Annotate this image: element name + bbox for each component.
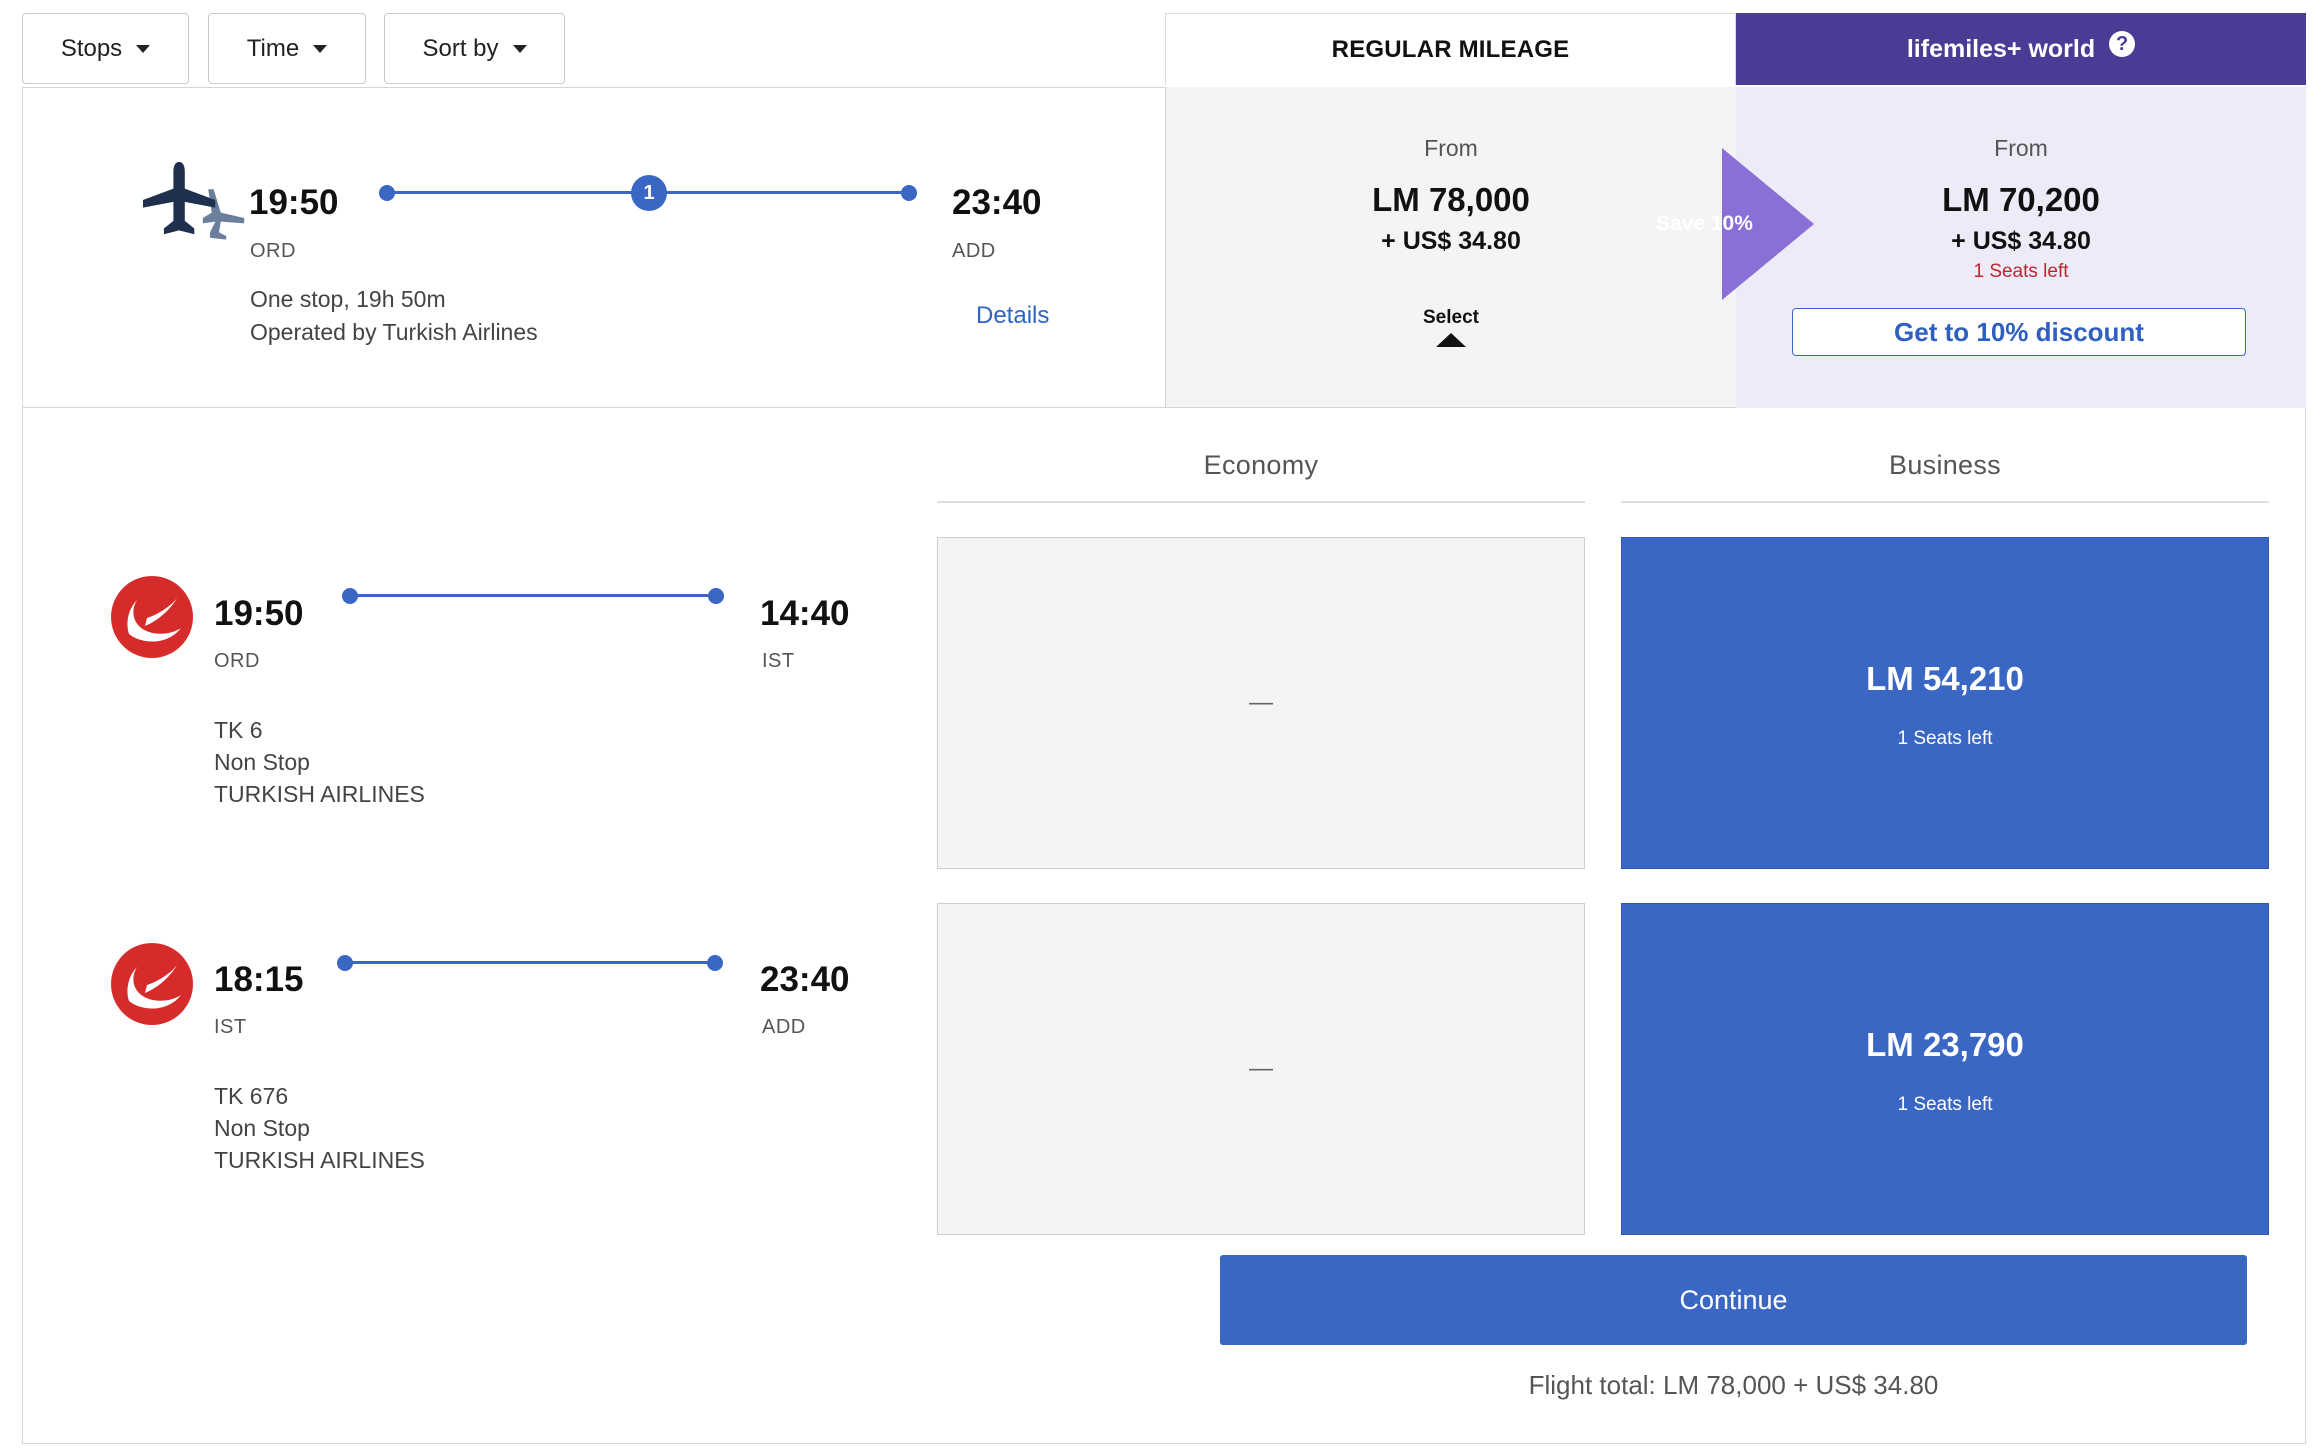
segment-depart-time: 19:50 (214, 594, 304, 633)
stops-filter-label: Stops (60, 34, 123, 62)
sort-by-button[interactable]: Sort by (384, 13, 565, 84)
tab-lifemiles-world-label: lifemiles+ world (1906, 34, 2096, 63)
world-price-panel[interactable]: From LM 70,200 + US$ 34.80 1 Seats left … (1736, 87, 2306, 408)
segment-arrive-time: 14:40 (760, 594, 850, 633)
business-fare-price: LM 23,790 (1866, 1026, 2024, 1063)
airplane-icon (143, 162, 245, 240)
business-seats-left: 1 Seats left (1897, 1094, 1993, 1115)
time-filter-label: Time (246, 34, 300, 62)
help-icon[interactable]: ? (2109, 31, 2136, 57)
select-label: Select (1423, 307, 1479, 328)
chevron-down-icon (313, 44, 328, 53)
segment-arrive-time: 23:40 (760, 960, 850, 999)
world-usd-price: + US$ 34.80 (1951, 227, 2091, 255)
segment-flight-number: TK 6 (214, 717, 263, 743)
turkish-airlines-logo (111, 576, 193, 658)
segment-arrive-code: ADD (762, 1016, 806, 1038)
segment-route-line (350, 594, 716, 597)
arrive-airport-code: ADD (952, 240, 996, 262)
segment-depart-code: ORD (214, 650, 260, 672)
segment-depart-time: 18:15 (214, 960, 304, 999)
turkish-airlines-logo (111, 943, 193, 1025)
segment-route-end-dot (707, 955, 723, 971)
get-discount-button[interactable]: Get to 10% discount (1792, 308, 2246, 356)
stops-duration: One stop, 19h 50m (250, 286, 446, 312)
segment-airline: TURKISH AIRLINES (214, 1147, 425, 1173)
depart-airport-code: ORD (250, 240, 296, 262)
business-seats-left: 1 Seats left (1897, 728, 1993, 749)
flight-total: Flight total: LM 78,000 + US$ 34.80 (1528, 1370, 1939, 1400)
business-fare-cell[interactable]: LM 54,210 1 Seats left (1621, 537, 2269, 869)
segment-airline: TURKISH AIRLINES (214, 781, 425, 807)
details-link[interactable]: Details (976, 302, 1049, 330)
tab-lifemiles-world[interactable]: lifemiles+ world ? (1736, 13, 2306, 85)
time-filter-button[interactable]: Time (208, 13, 366, 84)
segment-stops: Non Stop (214, 749, 310, 775)
world-lm-price: LM 70,200 (1942, 181, 2100, 218)
tab-regular-mileage[interactable]: REGULAR MILEAGE (1165, 13, 1736, 85)
regular-from-label: From (1424, 135, 1478, 161)
stops-count-badge: 1 (631, 175, 667, 211)
regular-price-panel[interactable]: From LM 78,000 + US$ 34.80 Select (1166, 87, 1736, 408)
chevron-down-icon (512, 44, 527, 53)
arrive-time: 23:40 (952, 183, 1042, 222)
regular-usd-price: + US$ 34.80 (1381, 227, 1521, 255)
segment-depart-code: IST (214, 1016, 247, 1038)
world-seats-left: 1 Seats left (1973, 261, 2069, 282)
route-end-dot (901, 185, 917, 201)
economy-header-rule (937, 501, 1585, 503)
segment-route-end-dot (708, 588, 724, 604)
save-label: Save 10% (1656, 212, 1753, 235)
economy-fare-cell[interactable]: — (937, 903, 1585, 1235)
select-control[interactable]: Select (1166, 307, 1736, 347)
continue-button[interactable]: Continue (1220, 1255, 2247, 1345)
world-from-label: From (1994, 135, 2048, 161)
economy-fare-cell[interactable]: — (937, 537, 1585, 869)
sort-by-label: Sort by (422, 34, 499, 62)
tab-regular-mileage-label: REGULAR MILEAGE (1331, 35, 1570, 63)
segment-arrive-code: IST (762, 650, 795, 672)
regular-lm-price: LM 78,000 (1372, 181, 1530, 218)
economy-header: Economy (1203, 450, 1319, 480)
caret-up-icon (1436, 333, 1466, 347)
chevron-down-icon (136, 44, 151, 53)
flight-summary-card: 19:50 ORD 1 23:40 ADD One stop, 19h 50m … (22, 87, 1166, 408)
business-fare-cell[interactable]: LM 23,790 1 Seats left (1621, 903, 2269, 1235)
segment-route-line (345, 961, 715, 964)
business-header: Business (1889, 450, 2001, 480)
stops-filter-button[interactable]: Stops (22, 13, 189, 84)
depart-time: 19:50 (249, 183, 339, 222)
business-header-rule (1621, 501, 2269, 503)
segment-flight-number: TK 676 (214, 1083, 289, 1109)
business-fare-price: LM 54,210 (1866, 660, 2024, 697)
operator: Operated by Turkish Airlines (250, 319, 538, 345)
segment-stops: Non Stop (214, 1115, 310, 1141)
